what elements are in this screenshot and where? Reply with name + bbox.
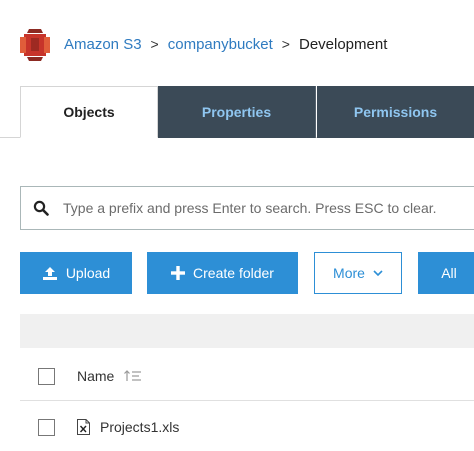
excel-file-icon: [77, 419, 90, 435]
breadcrumb: Amazon S3 > companybucket > Development: [20, 24, 387, 64]
all-button-label: All: [441, 265, 457, 281]
plus-icon: [171, 266, 186, 280]
object-name-link[interactable]: Projects1.xls: [100, 419, 179, 435]
chevron-down-icon: [373, 270, 383, 276]
row-checkbox[interactable]: [38, 418, 55, 436]
upload-button-label: Upload: [65, 265, 111, 281]
breadcrumb-amazon-s3[interactable]: Amazon S3: [64, 36, 142, 53]
all-button[interactable]: All: [418, 252, 474, 294]
aws-s3-bucket-icon: [20, 29, 50, 61]
more-button-label: More: [333, 265, 365, 281]
tab-bar: Objects Properties Permissions: [0, 86, 474, 138]
search-input[interactable]: [63, 200, 474, 216]
upload-button[interactable]: Upload: [20, 252, 132, 294]
table-header-row: Name: [20, 352, 474, 401]
table-toolbar-strip: [20, 314, 474, 348]
breadcrumb-bucket[interactable]: companybucket: [168, 36, 273, 53]
breadcrumb-separator: >: [281, 36, 290, 52]
sort-icon[interactable]: [124, 370, 142, 382]
upload-icon: [42, 266, 57, 280]
select-all-checkbox[interactable]: [38, 367, 55, 385]
search-box[interactable]: [20, 186, 474, 230]
tab-objects[interactable]: Objects: [20, 86, 158, 138]
table-row[interactable]: Projects1.xls: [20, 403, 474, 451]
s3-console: Amazon S3 > companybucket > Development …: [0, 0, 474, 451]
search-icon: [33, 200, 49, 216]
create-folder-button[interactable]: Create folder: [147, 252, 298, 294]
tab-properties[interactable]: Properties: [158, 86, 316, 138]
column-header-name[interactable]: Name: [77, 368, 114, 384]
more-dropdown-button[interactable]: More: [314, 252, 402, 294]
breadcrumb-separator: >: [150, 36, 159, 52]
tab-permissions[interactable]: Permissions: [317, 86, 474, 138]
create-folder-button-label: Create folder: [193, 265, 274, 281]
breadcrumb-current-folder: Development: [298, 35, 388, 53]
